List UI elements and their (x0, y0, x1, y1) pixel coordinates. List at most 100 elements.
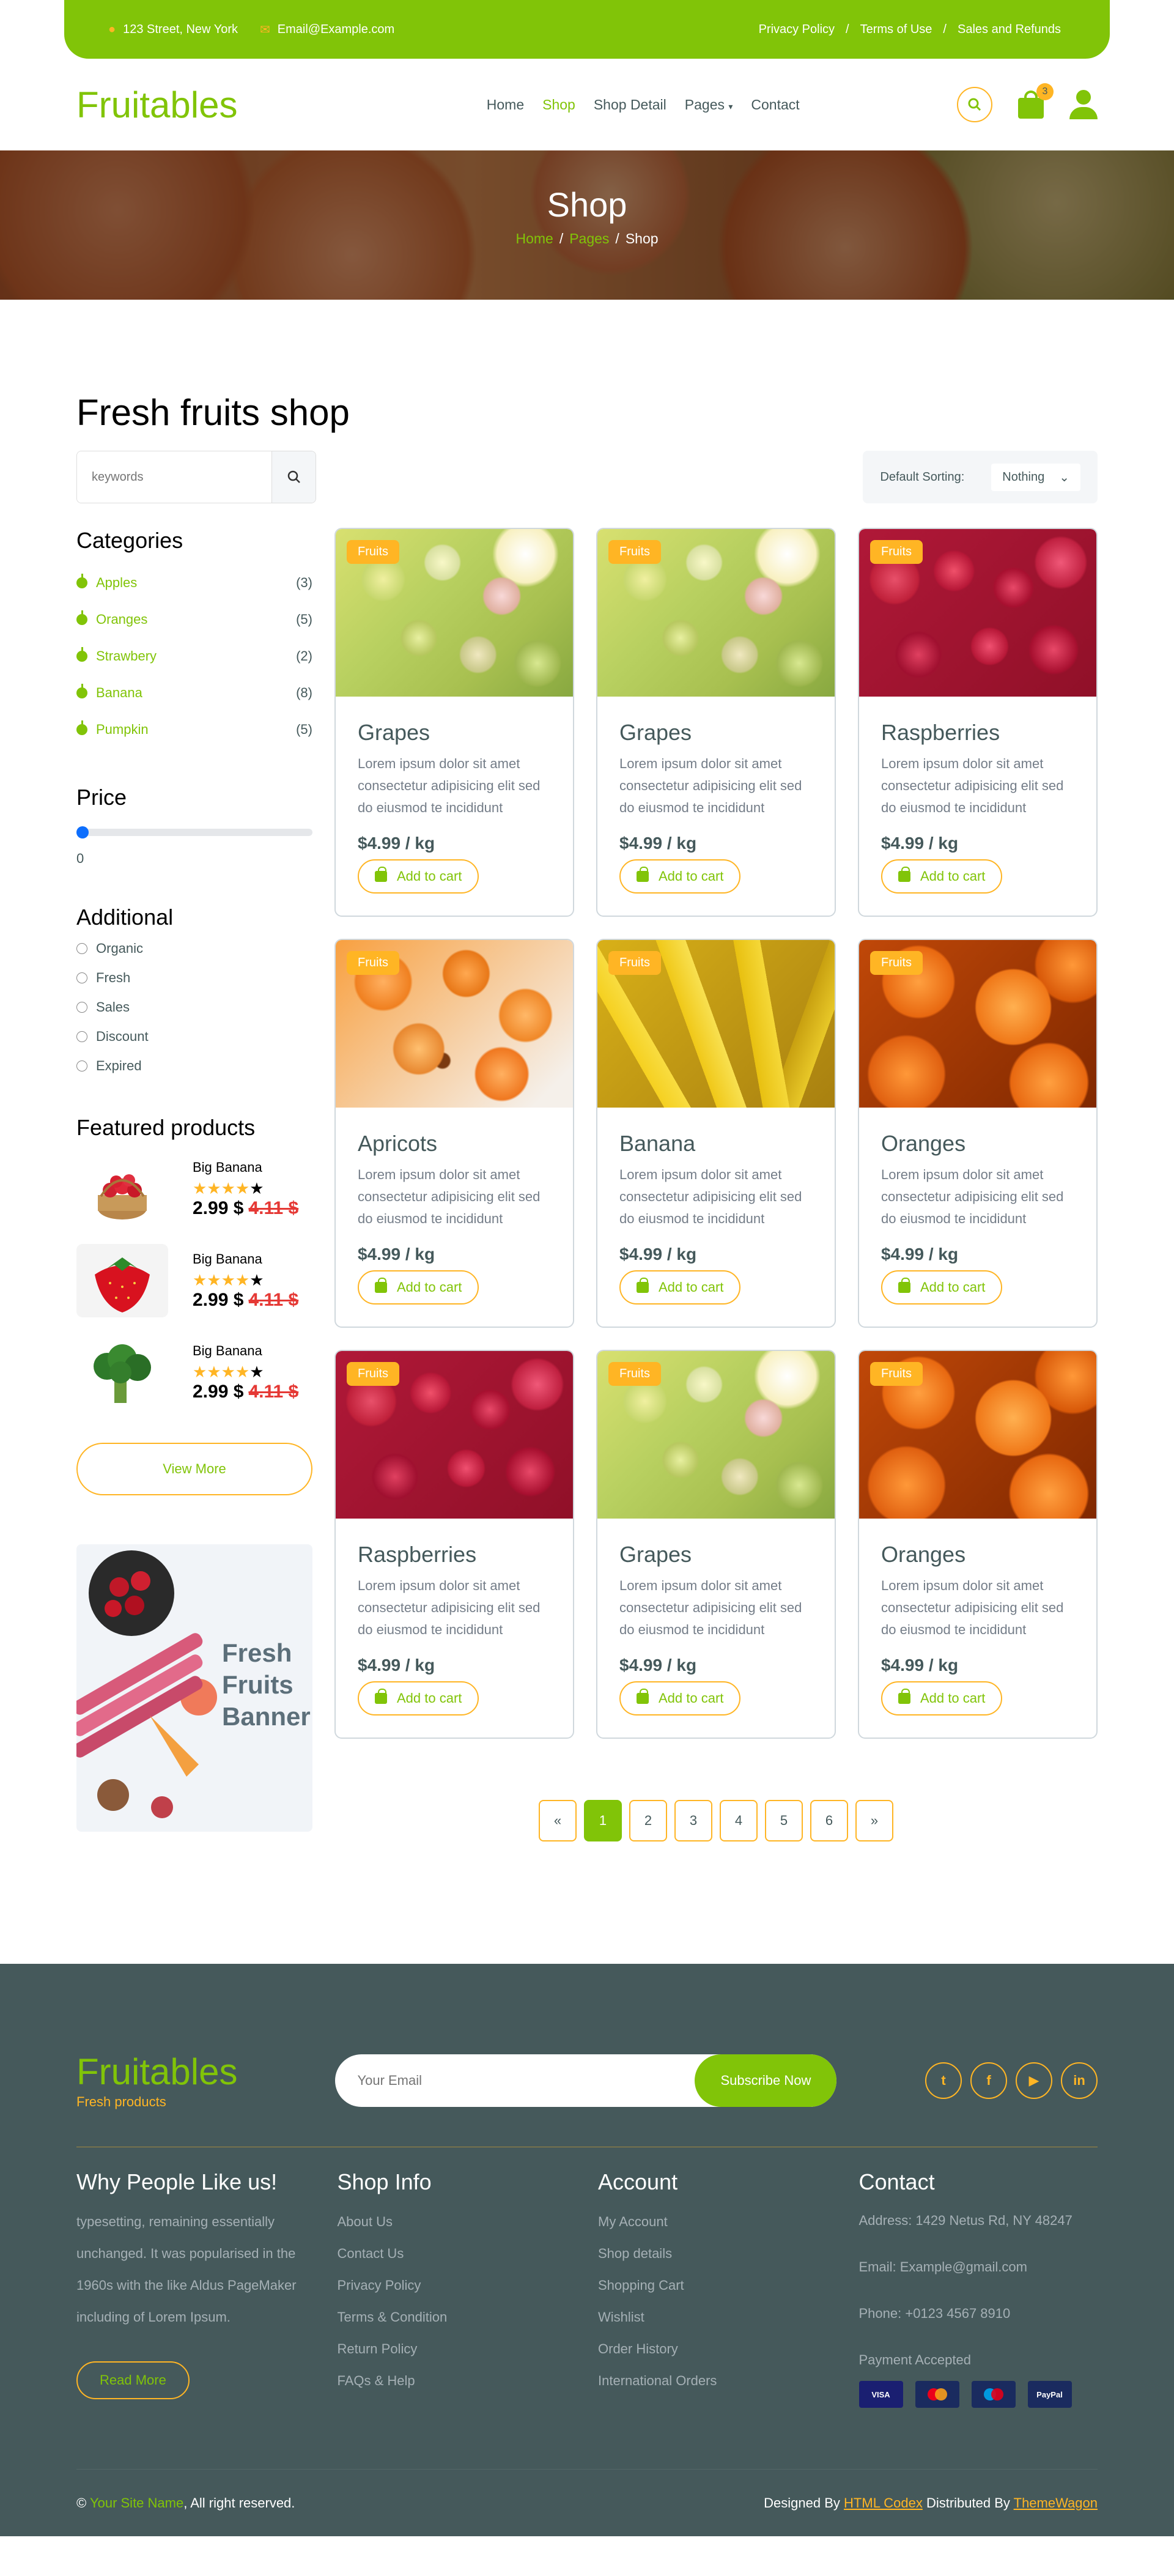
price-range-slider[interactable] (76, 826, 312, 838)
product-card[interactable]: Fruits Raspberries Lorem ipsum dolor sit a… (334, 1350, 574, 1739)
nav-home[interactable]: Home (487, 97, 524, 113)
featured-product[interactable]: Big Banana ★★★★★ 2.99 $4.11 $ (76, 1327, 312, 1418)
product-name[interactable]: Grapes (358, 720, 551, 746)
product-image[interactable]: Fruits (336, 529, 573, 697)
page-1[interactable]: 1 (584, 1800, 622, 1841)
product-card[interactable]: Fruits Grapes Lorem ipsum dolor sit amet c… (596, 528, 836, 917)
footer-logo[interactable]: Fruitables (76, 2051, 237, 2093)
featured-product[interactable]: Big Banana ★★★★★ 2.99 $4.11 $ (76, 1235, 312, 1327)
nav-pages[interactable]: Pages ▾ (685, 97, 733, 113)
product-image[interactable]: Fruits (859, 940, 1096, 1108)
product-image[interactable]: Fruits (597, 940, 835, 1108)
footer-link[interactable]: Return Policy (338, 2333, 577, 2365)
footer-link[interactable]: Wishlist (598, 2301, 837, 2333)
featured-product[interactable]: Big Banana ★★★★★ 2.99 $4.11 $ (76, 1143, 312, 1235)
product-name[interactable]: Raspberries (358, 1542, 551, 1567)
product-name[interactable]: Banana (619, 1131, 813, 1157)
nav-shop-detail[interactable]: Shop Detail (594, 97, 666, 113)
radio-discount[interactable]: Discount (76, 1022, 312, 1051)
radio-circle[interactable] (76, 972, 87, 983)
product-image[interactable]: Fruits (336, 940, 573, 1108)
view-more-button[interactable]: View More (76, 1443, 312, 1495)
footer-link[interactable]: My Account (598, 2206, 837, 2238)
footer-link[interactable]: Terms & Condition (338, 2301, 577, 2333)
subscribe-button[interactable]: Subscribe Now (695, 2054, 837, 2107)
page-next[interactable]: » (855, 1800, 893, 1841)
site-name-link[interactable]: Your Site Name (90, 2495, 183, 2511)
footer-link[interactable]: Shop details (598, 2238, 837, 2270)
footer-link[interactable]: Contact Us (338, 2238, 577, 2270)
footer-link[interactable]: FAQs & Help (338, 2365, 577, 2397)
product-card[interactable]: Fruits Oranges Lorem ipsum dolor sit amet … (858, 1350, 1098, 1739)
product-name[interactable]: Apricots (358, 1131, 551, 1157)
product-image[interactable]: Fruits (336, 1351, 573, 1519)
crumb-pages[interactable]: Pages (569, 231, 609, 247)
product-image[interactable]: Fruits (859, 529, 1096, 697)
twitter-icon[interactable]: t (925, 2062, 962, 2099)
add-to-cart-button[interactable]: Add to cart (358, 859, 479, 894)
crumb-home[interactable]: Home (515, 231, 553, 247)
email-item[interactable]: ✉ Email@Example.com (260, 22, 394, 37)
add-to-cart-button[interactable]: Add to cart (881, 859, 1003, 894)
add-to-cart-button[interactable]: Add to cart (358, 1270, 479, 1305)
category-item[interactable]: Banana (8) (76, 675, 312, 711)
product-name[interactable]: Grapes (619, 720, 813, 746)
facebook-icon[interactable]: f (970, 2062, 1007, 2099)
slider-handle[interactable] (76, 826, 89, 838)
page-5[interactable]: 5 (765, 1800, 803, 1841)
youtube-icon[interactable]: ▶ (1016, 2062, 1052, 2099)
linkedin-icon[interactable]: in (1061, 2062, 1098, 2099)
newsletter-email-input[interactable] (335, 2054, 678, 2107)
sorting-select[interactable]: Nothing ⌄ (991, 463, 1080, 491)
category-item[interactable]: Apples (3) (76, 564, 312, 601)
cart-button[interactable]: 3 (1017, 83, 1054, 119)
page-2[interactable]: 2 (629, 1800, 667, 1841)
radio-circle[interactable] (76, 943, 87, 954)
designer-link[interactable]: HTML Codex (844, 2495, 923, 2511)
user-account-button[interactable] (1069, 90, 1098, 119)
read-more-button[interactable]: Read More (76, 2361, 190, 2399)
radio-organic[interactable]: Organic (76, 934, 312, 963)
site-logo[interactable]: Fruitables (76, 84, 237, 126)
product-name[interactable]: Grapes (619, 1542, 813, 1567)
add-to-cart-button[interactable]: Add to cart (358, 1681, 479, 1715)
product-image[interactable]: Fruits (859, 1351, 1096, 1519)
product-card[interactable]: Fruits Raspberries Lorem ipsum dolor sit a… (858, 528, 1098, 917)
search-button[interactable] (957, 87, 992, 122)
add-to-cart-button[interactable]: Add to cart (619, 859, 741, 894)
page-prev[interactable]: « (539, 1800, 577, 1841)
product-name[interactable]: Oranges (881, 1542, 1074, 1567)
add-to-cart-button[interactable]: Add to cart (619, 1681, 741, 1715)
radio-circle[interactable] (76, 1002, 87, 1013)
nav-shop[interactable]: Shop (542, 97, 575, 113)
product-image[interactable]: Fruits (597, 529, 835, 697)
search-submit-button[interactable] (271, 451, 316, 503)
product-card[interactable]: Fruits Grapes Lorem ipsum dolor sit amet c… (334, 528, 574, 917)
product-card[interactable]: Fruits Grapes Lorem ipsum dolor sit amet c… (596, 1350, 836, 1739)
search-input[interactable] (77, 451, 271, 503)
link-privacy[interactable]: Privacy Policy (759, 23, 835, 37)
footer-link[interactable]: Privacy Policy (338, 2270, 577, 2301)
product-name[interactable]: Raspberries (881, 720, 1074, 746)
footer-link[interactable]: About Us (338, 2206, 577, 2238)
radio-sales[interactable]: Sales (76, 993, 312, 1022)
category-item[interactable]: Oranges (5) (76, 601, 312, 638)
footer-link[interactable]: Shopping Cart (598, 2270, 837, 2301)
category-item[interactable]: Pumpkin (5) (76, 711, 312, 748)
email-text[interactable]: Email@Example.com (278, 23, 394, 37)
radio-expired[interactable]: Expired (76, 1051, 312, 1081)
footer-link[interactable]: Order History (598, 2333, 837, 2365)
distributor-link[interactable]: ThemeWagon (1014, 2495, 1098, 2511)
product-card[interactable]: Fruits Banana Lorem ipsum dolor sit amet c… (596, 939, 836, 1328)
promo-banner[interactable]: Fresh Fruits Banner (76, 1544, 312, 1832)
product-card[interactable]: Fruits Oranges Lorem ipsum dolor sit amet … (858, 939, 1098, 1328)
nav-contact[interactable]: Contact (751, 97, 799, 113)
product-card[interactable]: Fruits Apricots Lorem ipsum dolor sit amet… (334, 939, 574, 1328)
link-terms[interactable]: Terms of Use (860, 23, 932, 37)
product-image[interactable]: Fruits (597, 1351, 835, 1519)
add-to-cart-button[interactable]: Add to cart (881, 1681, 1003, 1715)
page-4[interactable]: 4 (720, 1800, 758, 1841)
link-refunds[interactable]: Sales and Refunds (958, 23, 1061, 37)
radio-circle[interactable] (76, 1031, 87, 1042)
product-name[interactable]: Oranges (881, 1131, 1074, 1157)
